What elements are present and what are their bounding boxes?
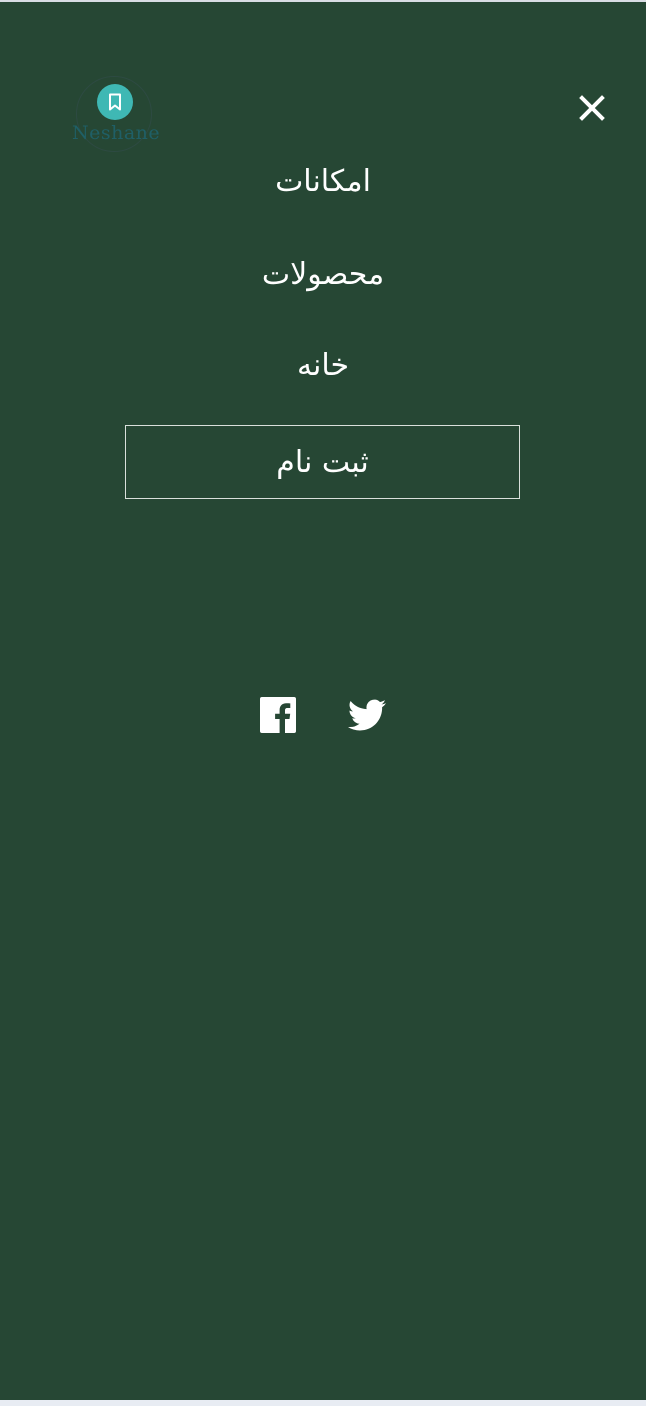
- bookmark-icon: [109, 93, 121, 111]
- twitter-icon[interactable]: [348, 696, 386, 734]
- menu-item-features[interactable]: امکانات: [0, 164, 646, 200]
- mobile-menu-panel: Neshane امکانات محصولات خانه ثبت نام: [0, 2, 646, 1400]
- brand-name: Neshane: [72, 122, 161, 144]
- signup-button-label: ثبت نام: [276, 444, 369, 480]
- menu-item-home[interactable]: خانه: [0, 348, 646, 384]
- logo-circle: [97, 84, 133, 120]
- facebook-icon[interactable]: [259, 696, 297, 734]
- menu-item-products[interactable]: محصولات: [0, 257, 646, 293]
- brand-logo[interactable]: Neshane: [72, 76, 161, 152]
- close-icon[interactable]: [576, 92, 608, 124]
- signup-button[interactable]: ثبت نام: [125, 425, 520, 499]
